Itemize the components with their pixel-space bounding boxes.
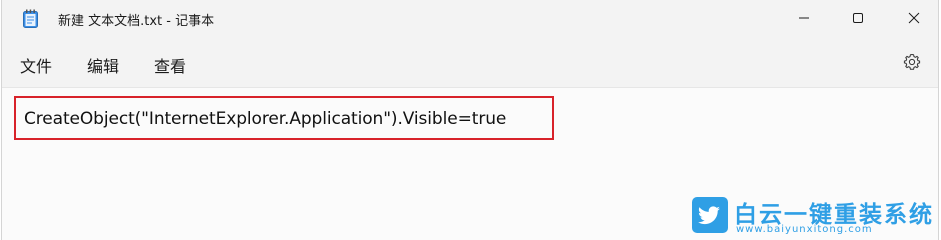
maximize-button[interactable] <box>830 0 886 36</box>
highlight-box: CreateObject("InternetExplorer.Applicati… <box>14 96 554 140</box>
minimize-button[interactable] <box>776 0 832 36</box>
settings-button[interactable] <box>900 52 924 76</box>
watermark-logo: 白云一键重装系统 www.baiyunxitong.com <box>692 196 932 238</box>
menu-edit[interactable]: 编辑 <box>87 53 119 77</box>
minimize-icon <box>798 9 810 28</box>
watermark-url: www.baiyunxitong.com <box>736 224 873 235</box>
close-button[interactable] <box>886 0 941 36</box>
gear-icon <box>903 53 921 75</box>
editor-text-line: CreateObject("InternetExplorer.Applicati… <box>24 109 507 129</box>
menu-view[interactable]: 查看 <box>154 53 186 77</box>
menu-bar: 文件 编辑 查看 <box>2 40 938 88</box>
twitter-bird-icon <box>692 197 728 233</box>
title-bar[interactable]: 新建 文本文档.txt - 记事本 <box>2 0 938 40</box>
maximize-icon <box>852 9 864 28</box>
close-icon <box>908 9 920 28</box>
menu-file[interactable]: 文件 <box>20 53 52 77</box>
notepad-icon <box>23 9 38 28</box>
window-title: 新建 文本文档.txt - 记事本 <box>58 14 215 29</box>
